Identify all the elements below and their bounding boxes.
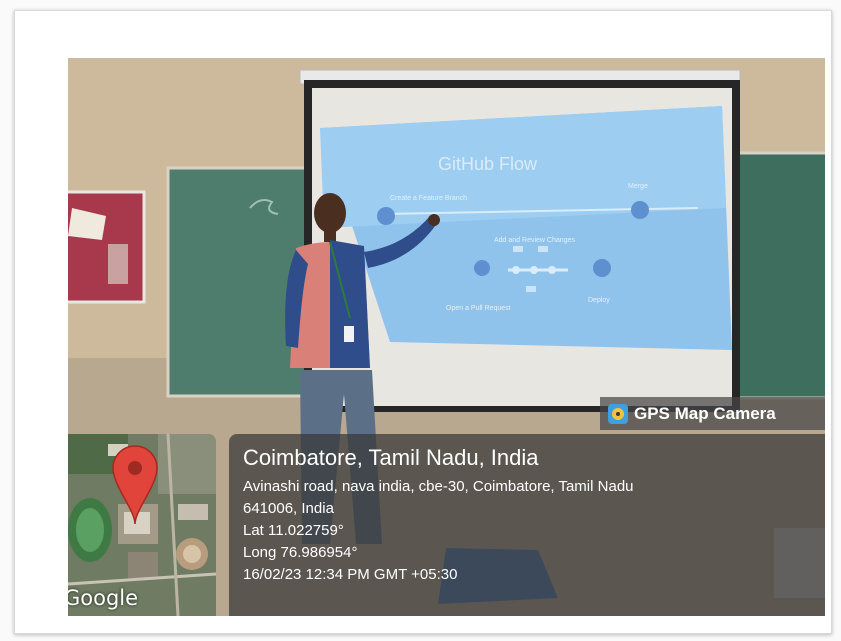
gps-map-camera-badge: GPS Map Camera bbox=[600, 397, 825, 430]
classroom-photo: GitHub Flow Create a Feature Branch Merg… bbox=[68, 58, 825, 616]
slide-label: Add and Review Changes bbox=[494, 237, 575, 244]
slide-title: GitHub Flow bbox=[438, 154, 538, 174]
address-line-2: 641006, India bbox=[243, 500, 334, 517]
timestamp: 16/02/23 12:34 PM GMT +05:30 bbox=[243, 566, 458, 583]
location-info-panel: Coimbatore, Tamil Nadu, India Avinashi r… bbox=[229, 434, 825, 616]
slide-label: Create a Feature Branch bbox=[390, 195, 467, 202]
slide-label: Merge bbox=[628, 183, 648, 190]
latitude: Lat 11.022759° bbox=[243, 522, 344, 539]
slide-label: Open a Pull Request bbox=[446, 305, 511, 312]
longitude: Long 76.986954° bbox=[243, 544, 358, 561]
badge-label: GPS Map Camera bbox=[634, 403, 776, 423]
slide-label: Deploy bbox=[588, 297, 610, 304]
map-brand-logo: Google bbox=[68, 586, 139, 610]
photo-frame: GitHub Flow Create a Feature Branch Merg… bbox=[14, 10, 832, 634]
address-line-1: Avinashi road, nava india, cbe-30, Coimb… bbox=[243, 478, 634, 495]
gps-map-camera-icon bbox=[608, 403, 628, 424]
location-map: Google bbox=[68, 434, 216, 616]
location-city: Coimbatore, Tamil Nadu, India bbox=[243, 445, 539, 470]
